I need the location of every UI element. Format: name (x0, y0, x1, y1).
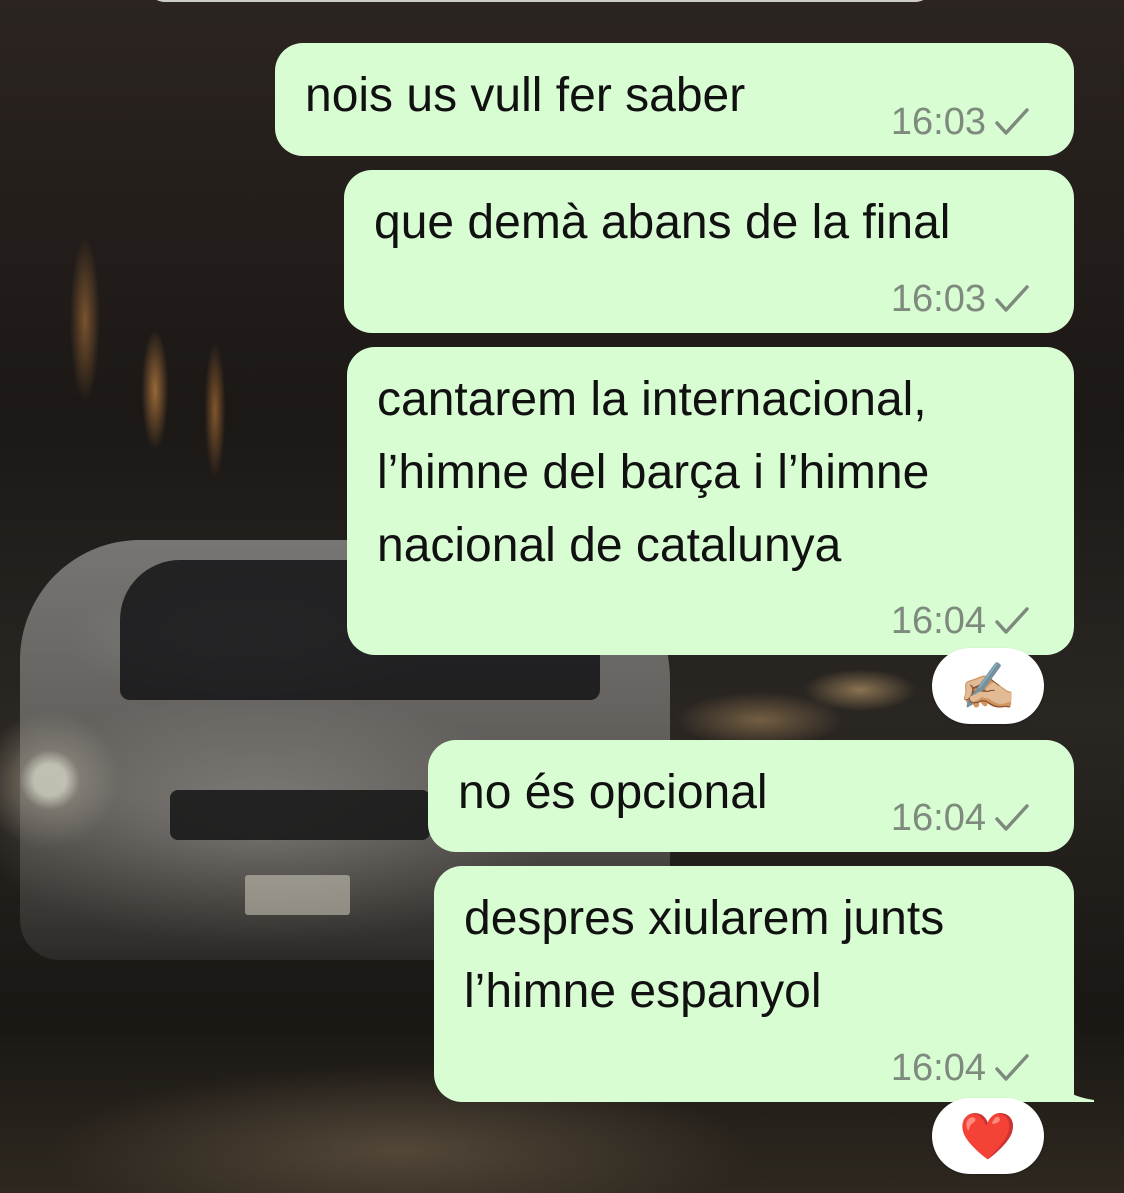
message-time: 16:03 (890, 101, 986, 143)
message-text: nois us vull fer saber (305, 69, 746, 122)
heart-emoji-icon: ❤️ (959, 1109, 1017, 1162)
message-meta: 16:03 (891, 102, 1032, 142)
reaction-badge[interactable]: ❤️ (932, 1098, 1044, 1174)
message-bubble[interactable]: cantarem la internacional, l’himne del b… (347, 347, 1074, 655)
bubble-tail (1050, 1062, 1094, 1102)
message-text: l’himne del barça i l’himne (377, 446, 930, 499)
message-text: l’himne espanyol (464, 965, 822, 1018)
message-text: no és opcional (458, 766, 768, 819)
message-meta: 16:03 (891, 279, 1032, 319)
wallpaper-car-plate (245, 875, 350, 915)
message-time: 16:04 (890, 1047, 986, 1089)
message-bubble[interactable]: despres xiularem junts l’himne espanyol … (434, 866, 1094, 1102)
single-check-icon (995, 804, 1029, 831)
message-time: 16:04 (890, 797, 986, 839)
message-text: cantarem la internacional, (377, 373, 927, 426)
message-time: 16:03 (890, 278, 986, 320)
message-bubble[interactable]: no és opcional 16:04 (428, 740, 1074, 852)
message-text: nacional de catalunya (377, 519, 842, 572)
single-check-icon (995, 1054, 1029, 1081)
message-text: despres xiularem junts (464, 892, 945, 945)
message-meta: 16:04 (891, 798, 1032, 838)
message-meta: 16:04 (891, 601, 1032, 641)
single-check-icon (995, 108, 1029, 135)
message-time: 16:04 (890, 600, 986, 642)
message-meta: 16:04 (891, 1048, 1032, 1088)
top-bar-edge (150, 0, 930, 2)
reaction-badge[interactable]: ✍🏼 (932, 648, 1044, 724)
message-bubble[interactable]: que demà abans de la final 16:03 (344, 170, 1074, 333)
single-check-icon (995, 285, 1029, 312)
writing-hand-emoji-icon: ✍🏼 (959, 659, 1017, 712)
message-text: que demà abans de la final (374, 196, 951, 249)
wallpaper-car-grille (170, 790, 430, 840)
single-check-icon (995, 607, 1029, 634)
message-bubble[interactable]: nois us vull fer saber 16:03 (275, 43, 1074, 156)
